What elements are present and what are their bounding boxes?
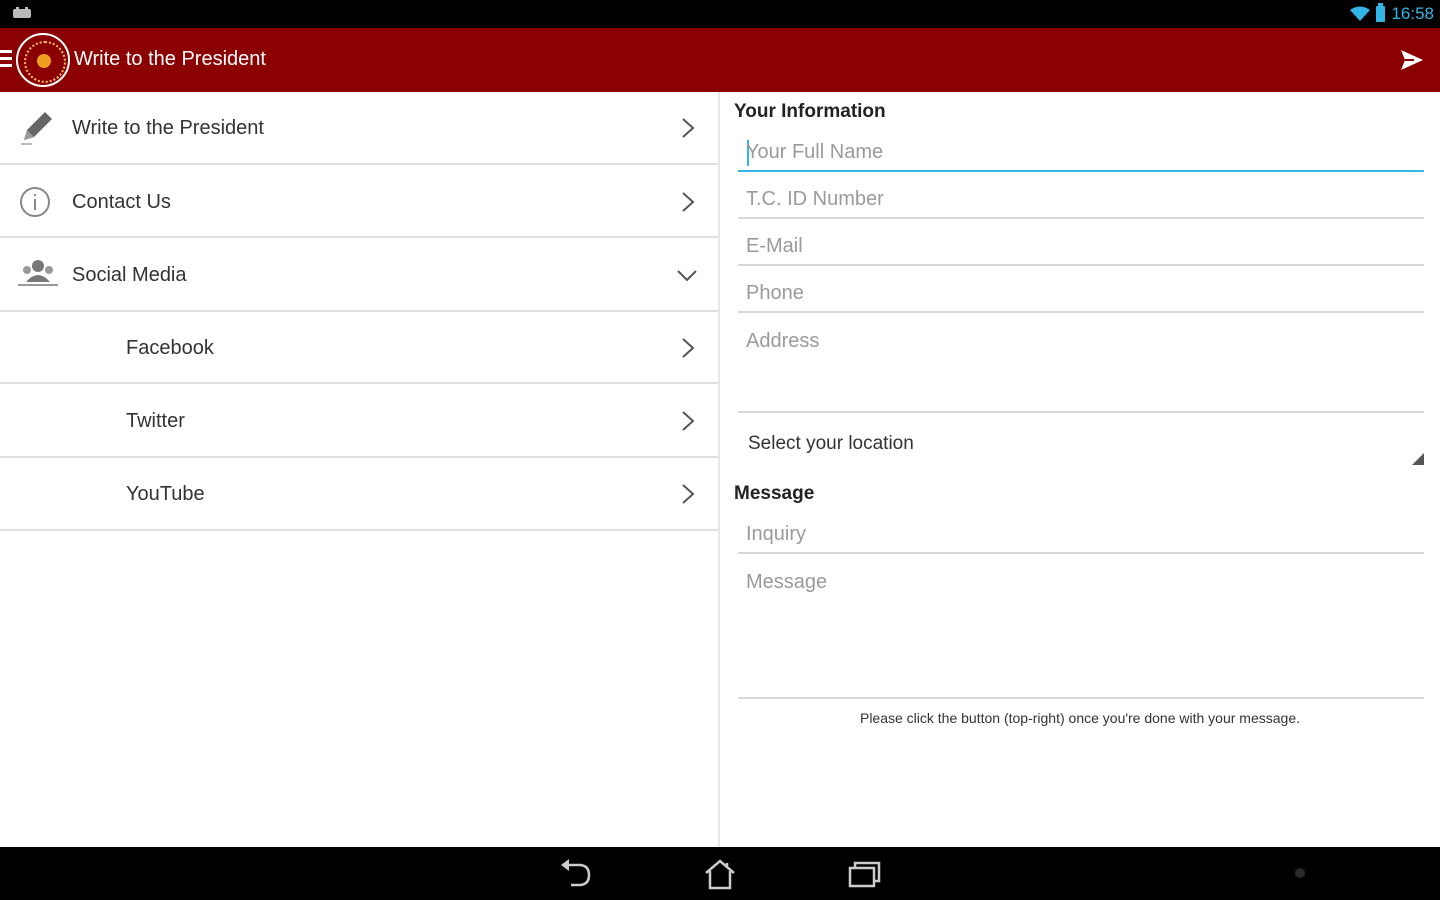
chevron-right-icon (682, 484, 695, 504)
info-icon (20, 187, 50, 217)
nav-item-contact-us[interactable]: Contact Us (0, 165, 718, 238)
system-nav-bar (0, 847, 1440, 900)
tc-id-field[interactable] (738, 182, 1424, 219)
inquiry-field[interactable] (738, 517, 1424, 554)
email-field[interactable] (738, 229, 1424, 266)
action-bar: Write to the President (0, 28, 1440, 92)
nav-item-youtube[interactable]: YouTube (0, 458, 718, 531)
contact-form: Your Information Select your location Me… (720, 92, 1440, 847)
back-button[interactable] (556, 855, 596, 893)
recent-apps-icon (848, 861, 881, 888)
address-input[interactable] (746, 324, 1416, 408)
nav-item-label: Facebook (126, 337, 214, 359)
message-title: Message (734, 483, 815, 504)
nav-item-facebook[interactable]: Facebook (0, 312, 718, 384)
chevron-right-icon (682, 118, 695, 138)
recent-apps-button[interactable] (844, 855, 884, 893)
dropdown-triangle-icon (1412, 453, 1424, 465)
notification-icon (13, 7, 31, 18)
nav-item-label: Contact Us (72, 191, 171, 213)
submit-hint: Please click the button (top-right) once… (859, 710, 1300, 726)
wifi-icon (1350, 6, 1371, 21)
back-icon (561, 859, 591, 887)
nav-item-label: Twitter (126, 410, 185, 432)
chevron-right-icon (682, 338, 695, 358)
nav-item-social-media[interactable]: Social Media (0, 238, 718, 312)
people-icon (18, 260, 58, 286)
status-bar: 16:58 (0, 0, 1440, 28)
status-time: 16:58 (1391, 4, 1434, 23)
nav-item-label: Write to the President (72, 117, 264, 139)
nav-item-twitter[interactable]: Twitter (0, 384, 718, 458)
your-information-title: Your Information (734, 101, 886, 122)
full-name-field[interactable] (738, 135, 1424, 172)
pencil-icon (21, 112, 52, 145)
send-icon (1401, 50, 1423, 70)
presidential-seal-logo[interactable] (16, 33, 70, 87)
location-select[interactable]: Select your location (738, 425, 1424, 467)
battery-icon (1376, 3, 1386, 22)
nav-item-label: YouTube (126, 483, 205, 505)
nav-item-label: Social Media (72, 264, 187, 286)
app-title: Write to the President (74, 48, 266, 70)
home-button[interactable] (700, 855, 740, 893)
phone-field[interactable] (738, 276, 1424, 313)
address-field[interactable] (738, 324, 1424, 413)
message-field[interactable] (738, 565, 1424, 699)
message-input[interactable] (746, 565, 1416, 693)
nav-item-write-to-president[interactable]: Write to the President (0, 92, 718, 165)
nav-indicator-dot (1295, 868, 1305, 878)
chevron-right-icon (682, 192, 695, 212)
email-input[interactable] (746, 229, 1416, 263)
home-icon (705, 859, 735, 890)
navigation-list: Write to the President Contact Us Social… (0, 92, 718, 847)
full-name-input[interactable] (746, 135, 1416, 169)
send-button[interactable] (1392, 40, 1432, 80)
phone-input[interactable] (746, 276, 1416, 310)
location-select-value: Select your location (748, 433, 914, 454)
menu-icon[interactable] (0, 50, 12, 70)
chevron-right-icon (682, 411, 695, 431)
chevron-down-icon (677, 270, 697, 282)
tc-id-input[interactable] (746, 182, 1416, 216)
inquiry-input[interactable] (746, 517, 1416, 551)
